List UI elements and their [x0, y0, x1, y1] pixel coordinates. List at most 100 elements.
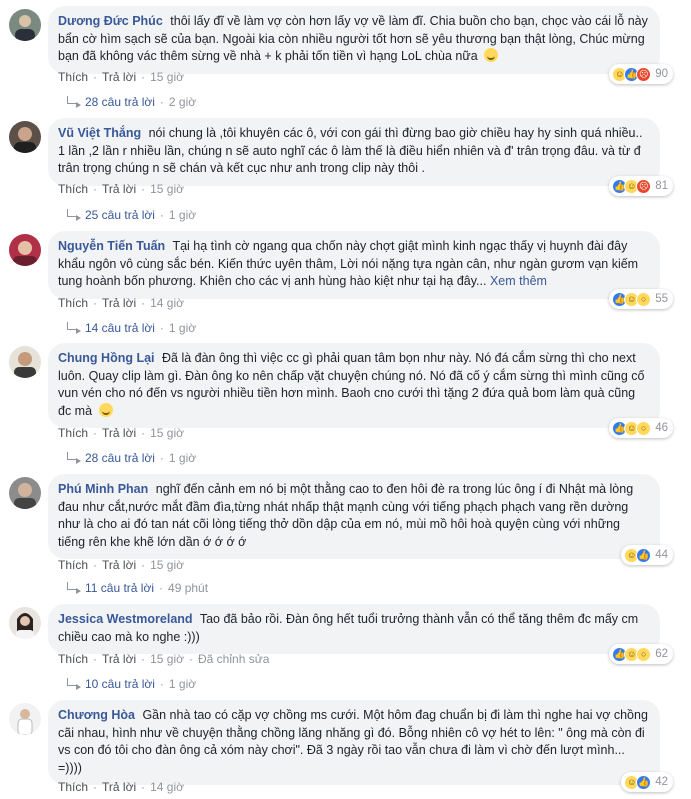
- angry-reaction-icon: ☹: [636, 178, 652, 194]
- replies-link-row[interactable]: 28 câu trả lời · 2 giờ: [67, 95, 196, 109]
- like-button[interactable]: Thích: [58, 558, 88, 572]
- comment-text: Gần nhà tao có cặp vợ chồng ms cưới. Một…: [58, 708, 648, 775]
- smile-emoji-icon: [98, 402, 113, 417]
- comment-author[interactable]: Jessica Westmoreland: [58, 612, 193, 626]
- comment-actions: Thích · Trả lời · 14 giờ: [58, 780, 184, 794]
- reaction-summary[interactable]: ☺ 👍 44: [621, 545, 673, 565]
- smile-emoji-icon: [484, 48, 499, 62]
- comment-time[interactable]: 15 giờ: [150, 558, 184, 572]
- avatar[interactable]: [9, 9, 41, 41]
- like-reaction-icon: 👍: [636, 774, 652, 790]
- reply-button[interactable]: Trả lời: [102, 70, 136, 84]
- reaction-count: 90: [655, 68, 668, 80]
- avatar[interactable]: [9, 607, 41, 639]
- reply-button[interactable]: Trả lời: [102, 296, 136, 310]
- comment-actions: Thích · Trả lời · 15 giờ: [58, 182, 184, 196]
- like-button[interactable]: Thích: [58, 652, 88, 666]
- wow-reaction-icon: ○: [636, 646, 652, 662]
- view-replies-link[interactable]: 28 câu trả lời: [85, 95, 155, 109]
- reply-arrow-icon: [67, 322, 81, 334]
- view-replies-link[interactable]: 14 câu trả lời: [85, 321, 155, 335]
- replies-link-row[interactable]: 14 câu trả lời · 1 giờ: [67, 321, 196, 335]
- replies-time: 1 giờ: [168, 321, 197, 335]
- view-replies-link[interactable]: 28 câu trả lời: [85, 451, 155, 465]
- angry-reaction-icon: ☹: [636, 66, 652, 82]
- comment-bubble: Nguyễn Tiến Tuấn Tại hạ tình cờ ngang qu…: [48, 231, 660, 299]
- reply-arrow-icon: [67, 678, 81, 690]
- reaction-summary[interactable]: 👍 ☺ ○ 62: [609, 644, 673, 664]
- reply-button[interactable]: Trả lời: [102, 780, 136, 794]
- replies-link-row[interactable]: 28 câu trả lời · 1 giờ: [67, 451, 196, 465]
- reaction-count: 81: [655, 180, 668, 192]
- comment-author[interactable]: Chung Hồng Lại: [58, 351, 155, 365]
- reply-button[interactable]: Trả lời: [102, 652, 136, 666]
- comment-author[interactable]: Chương Hòa: [58, 708, 135, 722]
- wow-reaction-icon: ○: [636, 420, 652, 436]
- reaction-count: 42: [655, 776, 668, 788]
- reaction-summary[interactable]: ☺ 👍 ☹ 90: [609, 64, 673, 84]
- comment-author[interactable]: Phú Minh Phan: [58, 482, 148, 496]
- replies-link-row[interactable]: 10 câu trả lời · 1 giờ: [67, 677, 196, 691]
- comment-bubble: Vũ Việt Thắng nói chung là ,tôi khuyên c…: [48, 118, 660, 186]
- comment-author[interactable]: Dương Đức Phúc: [58, 14, 163, 28]
- like-button[interactable]: Thích: [58, 182, 88, 196]
- replies-time: 1 giờ: [168, 208, 197, 222]
- comment-time[interactable]: 15 giờ: [150, 652, 184, 666]
- replies-time: 1 giờ: [168, 677, 197, 691]
- reply-button[interactable]: Trả lời: [102, 558, 136, 572]
- reaction-summary[interactable]: ☺ 👍 42: [621, 772, 673, 792]
- comment-actions: Thích · Trả lời · 15 giờ: [58, 558, 184, 572]
- reaction-count: 46: [655, 422, 668, 434]
- reaction-summary[interactable]: 👍 ☺ ☹ 81: [609, 176, 673, 196]
- like-button[interactable]: Thích: [58, 296, 88, 310]
- view-replies-link[interactable]: 25 câu trả lời: [85, 208, 155, 222]
- like-reaction-icon: 👍: [636, 547, 652, 563]
- like-button[interactable]: Thích: [58, 426, 88, 440]
- comment-actions: Thích · Trả lời · 14 giờ: [58, 296, 184, 310]
- comment-time[interactable]: 15 giờ: [150, 182, 184, 196]
- reply-arrow-icon: [67, 96, 81, 108]
- avatar[interactable]: [9, 234, 41, 266]
- avatar[interactable]: [9, 346, 41, 378]
- like-button[interactable]: Thích: [58, 70, 88, 84]
- view-replies-link[interactable]: 10 câu trả lời: [85, 677, 155, 691]
- reaction-count: 62: [655, 648, 668, 660]
- comment-time[interactable]: 15 giờ: [150, 70, 184, 84]
- comment-author[interactable]: Nguyễn Tiến Tuấn: [58, 239, 165, 253]
- avatar[interactable]: [9, 703, 41, 735]
- comment-text: nói chung là ,tôi khuyên các ô, với con …: [58, 126, 643, 175]
- comment-bubble: Chương Hòa Gần nhà tao có cặp vợ chồng m…: [48, 700, 660, 785]
- comment-actions: Thích · Trả lời · 15 giờ · Đã chỉnh sửa: [58, 652, 270, 666]
- reply-arrow-icon: [67, 582, 81, 594]
- replies-time: 1 giờ: [168, 451, 197, 465]
- comment-time[interactable]: 14 giờ: [150, 296, 184, 310]
- comment-bubble: Dương Đức Phúc thôi lấy đĩ về làm vợ còn…: [48, 6, 660, 74]
- comment-actions: Thích · Trả lời · 15 giờ: [58, 70, 184, 84]
- edited-label[interactable]: Đã chỉnh sửa: [198, 652, 269, 666]
- avatar[interactable]: [9, 477, 41, 509]
- wow-reaction-icon: ○: [636, 291, 652, 307]
- reaction-count: 55: [655, 293, 668, 305]
- reaction-count: 44: [655, 549, 668, 561]
- avatar[interactable]: [9, 121, 41, 153]
- see-more-link[interactable]: Xem thêm: [490, 274, 547, 288]
- reaction-summary[interactable]: 👍 ☺ ○ 46: [609, 418, 673, 438]
- replies-link-row[interactable]: 25 câu trả lời · 1 giờ: [67, 208, 196, 222]
- comment-time[interactable]: 15 giờ: [150, 426, 184, 440]
- comment-actions: Thích · Trả lời · 15 giờ: [58, 426, 184, 440]
- reply-button[interactable]: Trả lời: [102, 426, 136, 440]
- comment-time[interactable]: 14 giờ: [150, 780, 184, 794]
- view-replies-link[interactable]: 11 câu trả lời: [85, 581, 154, 595]
- replies-time: 49 phút: [168, 581, 209, 595]
- replies-link-row[interactable]: 11 câu trả lời · 49 phút: [67, 581, 208, 595]
- replies-time: 2 giờ: [168, 95, 197, 109]
- reply-arrow-icon: [67, 209, 81, 221]
- reaction-summary[interactable]: 👍 ☺ ○ 55: [609, 289, 673, 309]
- comment-bubble: Phú Minh Phan nghĩ đến cảnh em nó bị một…: [48, 474, 660, 559]
- like-button[interactable]: Thích: [58, 780, 88, 794]
- reply-button[interactable]: Trả lời: [102, 182, 136, 196]
- reply-arrow-icon: [67, 452, 81, 464]
- comment-bubble: Jessica Westmoreland Tao đã bảo rồi. Đàn…: [48, 604, 660, 654]
- comment-author[interactable]: Vũ Việt Thắng: [58, 126, 141, 140]
- comment-bubble: Chung Hồng Lại Đã là đàn ông thì việc cc…: [48, 343, 660, 428]
